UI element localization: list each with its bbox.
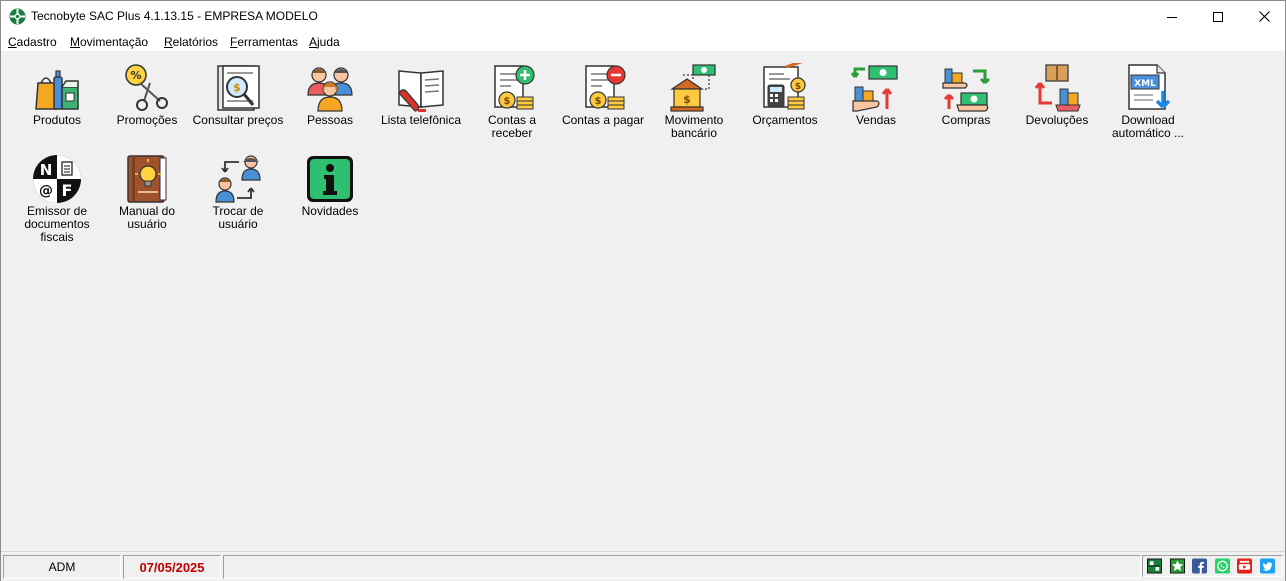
svg-text:N: N — [40, 161, 53, 179]
facebook-icon[interactable] — [1192, 558, 1207, 574]
social-links-panel — [1142, 555, 1283, 577]
tecnobyte-logo-icon — [9, 8, 26, 25]
youtube-icon[interactable] — [1237, 558, 1252, 574]
receivables-icon: $ — [494, 65, 535, 110]
nfe-issuer-icon: N @ F — [33, 155, 81, 203]
svg-text:%: % — [130, 69, 141, 82]
svg-text:$: $ — [233, 81, 241, 94]
twitter-icon[interactable] — [1259, 558, 1275, 574]
shortcut-manual-do-usuario[interactable]: Manual do usuário — [101, 154, 193, 231]
main-window: Tecnobyte SAC Plus 4.1.13.15 - EMPRESA M… — [0, 0, 1286, 581]
xml-download-icon: XML — [1128, 64, 1171, 110]
window-title: Tecnobyte SAC Plus 4.1.13.15 - EMPRESA M… — [31, 9, 318, 23]
shortcut-produtos[interactable]: Produtos — [11, 63, 103, 127]
menu-movimentacao[interactable]: Movimentação — [70, 35, 148, 49]
shortcut-lista-telefonica[interactable]: Lista telefônica — [375, 63, 467, 127]
shortcut-orcamentos[interactable]: $ Orçamentos — [739, 63, 831, 127]
news-info-icon — [307, 156, 353, 202]
shortcut-trocar-de-usuario[interactable]: Trocar de usuário — [192, 154, 284, 231]
shortcut-promocoes[interactable]: % Promoções — [101, 63, 193, 127]
user-manual-icon — [127, 155, 167, 203]
price-check-icon: $ — [217, 65, 260, 111]
svg-text:F: F — [62, 181, 73, 200]
svg-text:$: $ — [595, 96, 602, 107]
people-icon — [307, 67, 353, 112]
shortcut-devolucoes[interactable]: Devoluções — [1011, 63, 1103, 127]
status-message-panel — [223, 555, 1141, 579]
shortcut-emissor-documentos-fiscais[interactable]: N @ F Emissor de documentos fiscais — [11, 154, 103, 244]
promotions-icon: % — [125, 64, 168, 111]
maximize-button[interactable] — [1195, 1, 1241, 32]
minimize-icon — [1167, 16, 1177, 18]
star-icon[interactable] — [1169, 558, 1185, 574]
returns-icon — [1034, 64, 1081, 112]
shortcut-contas-a-receber[interactable]: $ Contas a receber — [466, 63, 558, 140]
sales-icon — [851, 65, 898, 112]
menu-ferramentas[interactable]: Ferramentas — [230, 35, 298, 49]
shortcut-desktop: Produtos % Promoções $ Consultar preços … — [1, 51, 1285, 551]
shortcut-download-automatico[interactable]: XML Download automático ... — [1102, 63, 1194, 140]
svg-text:XML: XML — [1134, 79, 1156, 89]
status-user: ADM — [3, 555, 121, 579]
svg-text:$: $ — [504, 96, 511, 107]
shortcut-pessoas[interactable]: Pessoas — [284, 63, 376, 127]
title-bar[interactable]: Tecnobyte SAC Plus 4.1.13.15 - EMPRESA M… — [1, 1, 1285, 32]
purchases-icon — [942, 68, 991, 112]
menu-relatorios[interactable]: Relatórios — [164, 35, 218, 49]
tecnobyte-app-icon[interactable] — [1147, 558, 1162, 574]
products-icon — [35, 70, 79, 110]
shortcut-novidades[interactable]: Novidades — [284, 154, 376, 218]
bank-icon: $ — [670, 64, 716, 112]
close-button[interactable] — [1241, 1, 1286, 32]
menu-ajuda[interactable]: Ajuda — [309, 35, 340, 49]
payables-icon: $ — [585, 65, 626, 110]
quotes-icon: $ — [763, 63, 806, 110]
minimize-button[interactable] — [1149, 1, 1195, 32]
maximize-icon — [1213, 11, 1223, 22]
svg-text:@: @ — [39, 183, 53, 199]
shortcut-vendas[interactable]: Vendas — [830, 63, 922, 127]
shortcut-consultar-precos[interactable]: $ Consultar preços — [192, 63, 284, 127]
switch-user-icon — [215, 155, 261, 203]
status-date: 07/05/2025 — [123, 555, 221, 579]
svg-text:$: $ — [683, 93, 691, 106]
menu-bar: Cadastro Movimentação Relatórios Ferrame… — [1, 32, 1285, 51]
shortcut-contas-a-pagar[interactable]: $ Contas a pagar — [557, 63, 649, 127]
menu-cadastro[interactable]: Cadastro — [8, 35, 57, 49]
svg-text:$: $ — [795, 82, 801, 92]
whatsapp-icon[interactable] — [1214, 558, 1230, 574]
shortcut-movimento-bancario[interactable]: $ Movimento bancário — [648, 63, 740, 140]
close-icon — [1258, 11, 1270, 22]
phone-book-icon — [398, 70, 444, 112]
status-bar: ADM 07/05/2025 — [1, 551, 1285, 581]
shortcut-compras[interactable]: Compras — [920, 63, 1012, 127]
